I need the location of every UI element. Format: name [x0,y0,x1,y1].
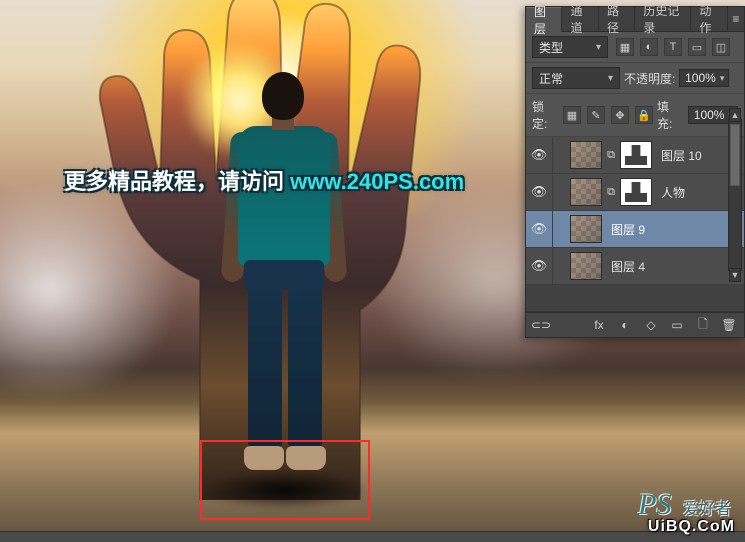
app-bottom-bar [0,531,745,542]
layer-row[interactable]: 👁 图层 9 [526,211,744,248]
person-figure [210,72,350,492]
lock-icon-3[interactable]: 🔒 [635,106,653,124]
tab-2[interactable]: 路径 [599,7,635,31]
opacity-field[interactable]: 100% ▾ [679,69,729,87]
promo-link: www.240PS.com [290,169,464,194]
chevron-down-icon: ▾ [596,42,601,53]
layer-row[interactable]: 👁 ⧉ 图层 10 [526,137,744,174]
fill-label: 填充: [657,98,684,132]
tab-1[interactable]: 通道 [562,7,598,31]
lock-icon-1[interactable]: ✎ [587,106,605,124]
layers-panel: 图层通道路径历史记录动作≡ 类型 ▾ ▦ ◐ T ▭ ◫ 正常 ▾ 不透明度: 100%… [525,6,745,338]
blend-row: 正常 ▾ 不透明度: 100% ▾ [526,63,744,94]
layer-row[interactable]: 👁 图层 4 [526,248,744,285]
footer-icon-4[interactable]: ▭ [668,317,686,333]
watermark-ps-sub: 爱好者 [683,501,731,518]
blend-mode-value: 正常 [539,70,563,87]
lock-icons: ▦ ✎ ✥ 🔒 [563,106,653,124]
lock-icon-2[interactable]: ✥ [611,106,629,124]
panel-menu-icon[interactable]: ≡ [728,7,744,31]
scroll-thumb[interactable] [730,124,740,186]
layers-empty-area [526,285,744,312]
layer-name[interactable]: 人物 [661,184,738,201]
visibility-toggle-icon[interactable]: 👁 [526,174,553,210]
layer-name[interactable]: 图层 9 [611,221,738,238]
visibility-toggle-icon[interactable]: 👁 [526,211,553,247]
watermark-ps: PS 爱好者 [638,488,731,522]
filter-icon-3[interactable]: ▭ [688,38,706,56]
opacity-label: 不透明度: [624,70,675,87]
annotation-red-box [200,440,370,520]
tab-4[interactable]: 动作 [691,7,727,31]
filter-kind-label: 类型 [539,39,563,56]
promo-text: 更多精品教程，请访问 www.240PS.com [64,164,464,196]
footer-icon-3[interactable]: ◇ [642,317,660,333]
promo-prefix: 更多精品教程，请访问 [64,169,284,194]
layer-name[interactable]: 图层 4 [611,258,738,275]
opacity-value: 100% [685,71,716,85]
link-icon[interactable]: ⧉ [605,186,617,199]
filter-row: 类型 ▾ ▦ ◐ T ▭ ◫ [526,32,744,63]
layer-thumbnail[interactable] [570,215,602,243]
blend-mode-select[interactable]: 正常 ▾ [532,67,620,89]
mask-thumbnail[interactable] [620,141,652,169]
mask-thumbnail[interactable] [620,178,652,206]
layer-row[interactable]: 👁 ⧉ 人物 [526,174,744,211]
fill-value: 100% [694,108,725,122]
footer-icon-1[interactable]: fx [590,317,608,333]
panel-footer: ⊂⊃ fx ◐ ◇ ▭ 🗋 🗑 [526,312,744,337]
panel-tabs: 图层通道路径历史记录动作≡ [526,7,744,32]
footer-icon-6[interactable]: 🗑 [720,317,738,333]
tab-0[interactable]: 图层 [526,7,562,32]
footer-icon-0[interactable]: ⊂⊃ [532,317,550,333]
filter-kind-select[interactable]: 类型 ▾ [532,36,608,58]
layer-name[interactable]: 图层 10 [661,147,738,164]
tab-3[interactable]: 历史记录 [635,7,691,31]
lock-row: 锁定: ▦✎✥🔒 填充: 100% ▾ [526,94,744,137]
link-icon[interactable]: ⧉ [605,149,617,162]
visibility-toggle-icon[interactable]: 👁 [526,248,553,284]
canvas-stage: 更多精品教程，请访问 www.240PS.com PS 爱好者 UiBQ.CoM… [0,0,745,542]
chevron-down-icon: ▾ [608,73,613,84]
footer-spacer [558,317,582,333]
layer-thumbnail[interactable] [570,141,602,169]
visibility-toggle-icon[interactable]: 👁 [526,137,553,173]
footer-icon-2[interactable]: ◐ [616,317,634,333]
chevron-down-icon: ▾ [720,73,725,84]
layer-thumbnail[interactable] [570,252,602,280]
scroll-down-icon[interactable]: ▼ [729,268,741,282]
filter-icon-4[interactable]: ◫ [712,38,730,56]
layer-thumbnail[interactable] [570,178,602,206]
lock-icon-0[interactable]: ▦ [563,106,581,124]
footer-icon-5[interactable]: 🗋 [694,317,712,333]
lock-label: 锁定: [532,98,559,132]
watermark-ps-main: PS [638,488,671,521]
filter-icon-1[interactable]: ◐ [640,38,658,56]
layers-list: 👁 ⧉ 图层 10 👁 ⧉ 人物 👁 图层 9 👁 图层 4 [526,137,744,285]
watermark-uibq: UiBQ.CoM [648,518,735,536]
filter-type-icons: ▦ ◐ T ▭ ◫ [616,38,730,56]
filter-icon-0[interactable]: ▦ [616,38,634,56]
filter-icon-2[interactable]: T [664,38,682,56]
layers-scrollbar[interactable]: ▲ ▼ [728,119,742,271]
scroll-up-icon[interactable]: ▲ [729,108,741,122]
